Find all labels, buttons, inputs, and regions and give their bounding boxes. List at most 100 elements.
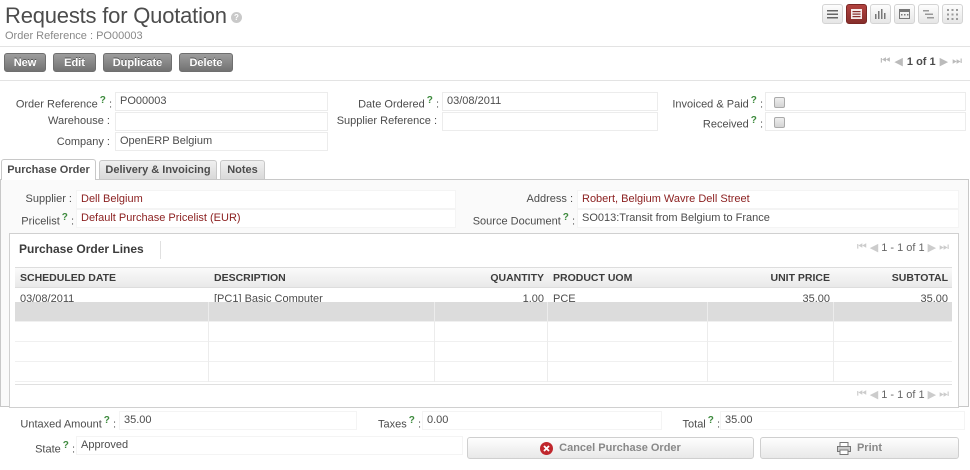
- column-header[interactable]: QUANTITY: [434, 269, 544, 288]
- received-checkbox[interactable]: [774, 117, 785, 128]
- grid-icon: [947, 8, 958, 20]
- last-page-icon[interactable]: ⏭: [939, 241, 949, 254]
- first-page-icon[interactable]: ⏮: [857, 388, 867, 401]
- previous-page-icon[interactable]: ◀: [870, 388, 878, 401]
- print-label: Print: [856, 442, 883, 454]
- tab-purchase-order[interactable]: Purchase Order: [1, 159, 96, 180]
- source-document-label: Source Document? :: [460, 212, 575, 228]
- tab-delivery-invoicing[interactable]: Delivery & Invoicing: [99, 160, 217, 179]
- column-header[interactable]: UNIT PRICE: [710, 269, 830, 288]
- page-counter: 1 - 1 of 1: [881, 388, 925, 401]
- form-view-button[interactable]: [846, 4, 867, 24]
- last-page-icon[interactable]: ⏭: [939, 388, 949, 401]
- grid-view-button[interactable]: [942, 4, 963, 24]
- form-icon: [851, 9, 862, 19]
- warehouse-field[interactable]: [115, 112, 328, 131]
- untaxed-amount-label: Untaxed Amount? :: [0, 415, 116, 431]
- pricelist-label: Pricelist? :: [0, 212, 74, 228]
- order-reference-field[interactable]: PO00003: [115, 92, 328, 111]
- help-icon[interactable]: ?: [751, 95, 757, 106]
- warehouse-label: Warehouse :: [48, 115, 110, 127]
- help-icon[interactable]: ?: [708, 415, 714, 426]
- page-title-text: Requests for Quotation: [5, 3, 227, 28]
- untaxed-amount-field: 35.00: [119, 411, 357, 430]
- cancel-purchase-order-label: Cancel Purchase Order: [559, 442, 681, 454]
- column-divider: [547, 302, 548, 382]
- previous-page-icon[interactable]: ◀: [870, 241, 878, 254]
- empty-row: [15, 362, 952, 382]
- state-label: State? :: [0, 440, 75, 456]
- help-icon[interactable]: ?: [409, 415, 415, 426]
- list-view-button[interactable]: [822, 4, 843, 24]
- next-page-icon[interactable]: ▶: [928, 388, 936, 401]
- pricelist-label-text: Pricelist: [21, 215, 60, 228]
- supplier-field[interactable]: Dell Belgium: [76, 190, 456, 209]
- delete-button[interactable]: Delete: [179, 53, 233, 72]
- taxes-label-text: Taxes: [378, 418, 407, 431]
- calendar-view-button[interactable]: [894, 4, 915, 24]
- invoiced-paid-label-text: Invoiced & Paid: [672, 98, 749, 111]
- label-colon: :: [112, 418, 116, 431]
- printer-icon: [836, 441, 851, 455]
- next-record-icon[interactable]: ▶: [940, 55, 948, 68]
- address-field[interactable]: Robert, Belgium Wavre Dell Street: [577, 190, 959, 209]
- list-icon: [827, 9, 838, 18]
- help-icon[interactable]: ?: [104, 415, 110, 426]
- help-icon[interactable]: ?: [427, 95, 433, 106]
- source-document-field[interactable]: SO013:Transit from Belgium to France: [577, 209, 959, 228]
- grid-footer-divider: [15, 384, 952, 385]
- graph-view-button[interactable]: [870, 4, 891, 24]
- pricelist-field[interactable]: Default Purchase Pricelist (EUR): [76, 209, 456, 228]
- help-icon[interactable]: ?: [230, 11, 242, 23]
- label-colon: :: [435, 98, 439, 111]
- help-icon[interactable]: ?: [563, 212, 569, 223]
- date-ordered-field[interactable]: 03/08/2011: [442, 92, 658, 111]
- empty-row: [15, 322, 952, 342]
- column-divider: [833, 302, 834, 382]
- next-page-icon[interactable]: ▶: [928, 241, 936, 254]
- taxes-field: 0.00: [422, 411, 662, 430]
- supplier-reference-field[interactable]: [442, 112, 658, 131]
- help-icon[interactable]: ?: [63, 440, 69, 451]
- label-colon: :: [571, 215, 575, 228]
- tab-notes[interactable]: Notes: [220, 160, 265, 179]
- help-icon[interactable]: ?: [62, 212, 68, 223]
- title-divider: [160, 241, 161, 259]
- previous-record-icon[interactable]: ◀: [894, 55, 902, 68]
- last-record-icon[interactable]: ⏭: [952, 55, 962, 68]
- selected-empty-row[interactable]: [15, 302, 952, 322]
- print-button[interactable]: Print: [760, 437, 959, 459]
- new-button[interactable]: New: [4, 53, 46, 72]
- duplicate-button[interactable]: Duplicate: [103, 53, 172, 72]
- column-header[interactable]: DESCRIPTION: [214, 269, 286, 288]
- column-header[interactable]: SUBTOTAL: [840, 269, 948, 288]
- label-colon: :: [759, 118, 763, 131]
- edit-button[interactable]: Edit: [53, 53, 96, 72]
- first-page-icon[interactable]: ⏮: [857, 241, 867, 254]
- first-record-icon[interactable]: ⏮: [881, 55, 891, 68]
- untaxed-amount-label-text: Untaxed Amount: [20, 418, 102, 431]
- label-colon: :: [759, 98, 763, 111]
- label-colon: :: [417, 418, 421, 431]
- order-lines-title: Purchase Order Lines: [19, 242, 144, 256]
- taxes-label: Taxes? :: [360, 415, 421, 431]
- column-header[interactable]: SCHEDULED DATE: [20, 269, 116, 288]
- order-lines-pager: ⏮ ◀ 1 - 1 of 1 ▶ ⏭: [857, 241, 949, 254]
- invoiced-paid-checkbox[interactable]: [774, 97, 785, 108]
- cancel-purchase-order-button[interactable]: Cancel Purchase Order: [467, 437, 754, 459]
- state-label-text: State: [35, 443, 61, 456]
- date-ordered-label-text: Date Ordered: [358, 98, 425, 111]
- order-reference-label: Order Reference? :: [0, 95, 112, 111]
- gantt-view-button[interactable]: [918, 4, 939, 24]
- column-header[interactable]: PRODUCT UOM: [553, 269, 632, 288]
- column-divider: [434, 302, 435, 382]
- help-icon[interactable]: ?: [751, 115, 757, 126]
- view-switcher: [822, 4, 963, 24]
- gantt-icon: [923, 9, 934, 18]
- received-label: Received? :: [660, 115, 763, 131]
- order-reference-label-text: Order Reference: [15, 98, 98, 111]
- address-label: Address :: [526, 193, 573, 205]
- help-icon[interactable]: ?: [100, 95, 106, 106]
- total-field: 35.00: [720, 411, 965, 430]
- company-field[interactable]: OpenERP Belgium: [115, 132, 328, 151]
